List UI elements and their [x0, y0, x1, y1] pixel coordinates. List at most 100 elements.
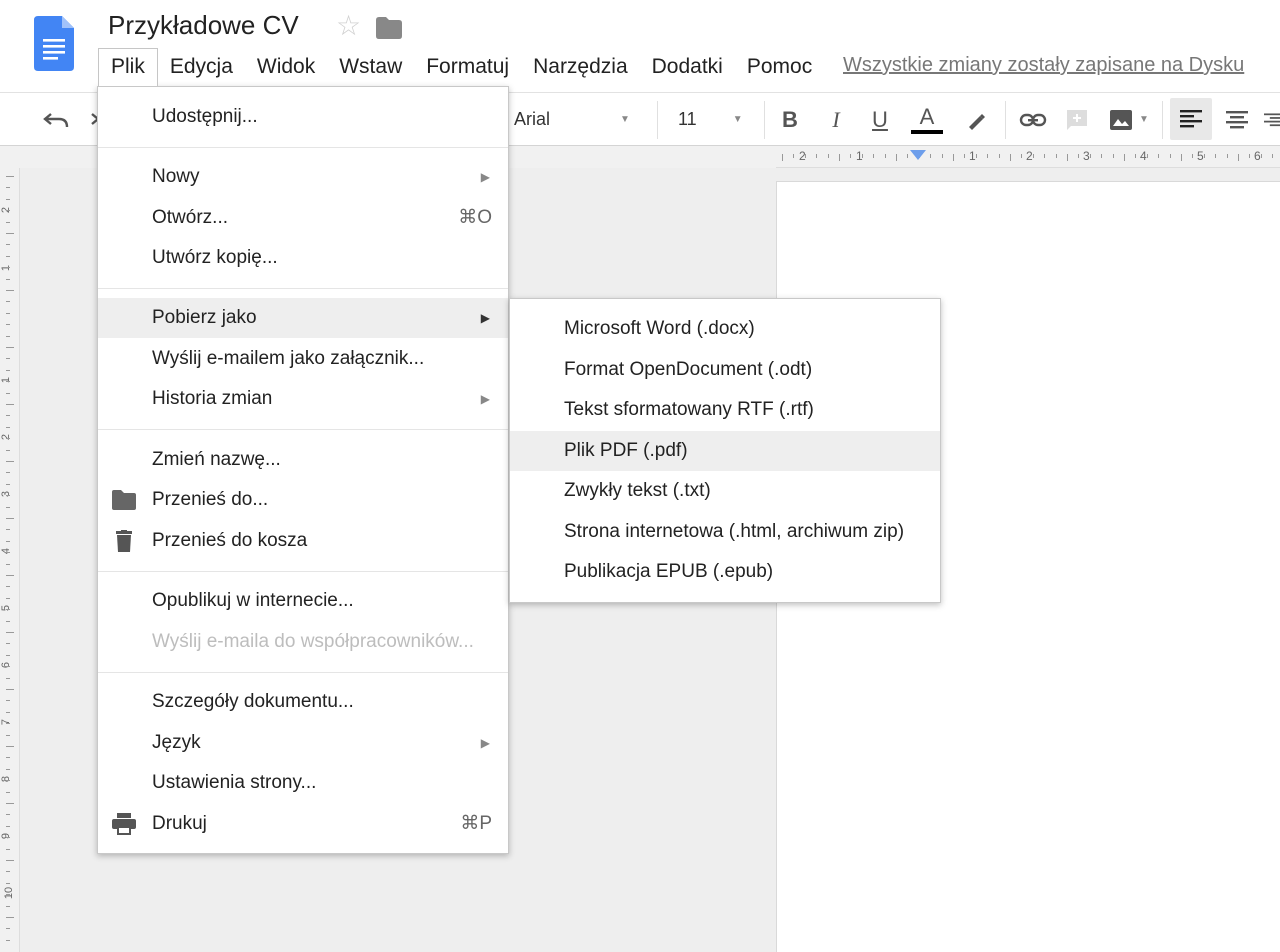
menu-edycja[interactable]: Edycja [158, 49, 245, 85]
menu-item-label: Język [152, 732, 201, 753]
menu-narzedzia[interactable]: Narzędzia [521, 49, 640, 85]
ruler-tick [907, 154, 909, 158]
vruler-tick [6, 472, 10, 474]
menu-formatuj[interactable]: Formatuj [414, 49, 521, 85]
menu-item-email-attachment[interactable]: Wyślij e-mailem jako załącznik... [98, 339, 508, 379]
menu-item-label: Przenieś do kosza [152, 530, 308, 551]
highlight-icon[interactable] [962, 93, 990, 146]
download-html-item[interactable]: Strona internetowa (.html, archiwum zip) [510, 512, 940, 552]
font-family-select[interactable]: Arial ▼ [506, 93, 646, 146]
menu-item-open[interactable]: Otwórz... ⌘O [98, 198, 508, 238]
vruler-tick [6, 643, 10, 645]
ruler-label: 1 [969, 149, 976, 163]
menu-plik[interactable]: Plik [98, 48, 158, 86]
ruler-tick [1078, 154, 1080, 158]
submenu-arrow-icon: ▶ [480, 392, 490, 406]
vruler-tick [6, 666, 10, 668]
download-txt-item[interactable]: Zwykły tekst (.txt) [510, 471, 940, 511]
menu-item-move-to-trash[interactable]: Przenieś do kosza [98, 521, 508, 561]
document-title[interactable]: Przykładowe CV [108, 10, 299, 41]
google-docs-icon[interactable] [34, 16, 74, 71]
menu-pomoc[interactable]: Pomoc [735, 49, 824, 85]
menu-item-label: Wyślij e-maila do współpracowników... [152, 631, 474, 652]
download-rtf-item[interactable]: Tekst sformatowany RTF (.rtf) [510, 390, 940, 430]
menu-item-label: Przenieś do... [152, 489, 269, 510]
save-status-link[interactable]: Wszystkie zmiany zostały zapisane na Dys… [843, 54, 1244, 77]
download-epub-item[interactable]: Publikacja EPUB (.epub) [510, 552, 940, 592]
menu-item-print[interactable]: Drukuj ⌘P [98, 804, 508, 844]
text-color-letter: A [919, 103, 935, 129]
menu-dodatki[interactable]: Dodatki [640, 49, 735, 85]
vruler-tick [6, 825, 10, 827]
ruler-tick [1135, 154, 1137, 158]
star-icon[interactable]: ☆ [336, 12, 361, 40]
vruler-tick [6, 244, 10, 246]
menu-item-page-setup[interactable]: Ustawienia strony... [98, 763, 508, 803]
vruler-tick [6, 347, 14, 348]
ruler-track: 2 1 1 2 3 4 5 6 [776, 146, 1280, 168]
vruler-tick [6, 449, 10, 451]
menu-item-label: Utwórz kopię... [152, 247, 278, 268]
ruler-label: 5 [1197, 149, 1204, 163]
download-pdf-item[interactable]: Plik PDF (.pdf) [510, 431, 940, 471]
vruler-tick [6, 803, 14, 804]
ruler-tick [1021, 154, 1023, 158]
menu-item-language[interactable]: Język ▶ [98, 723, 508, 763]
menu-item-new[interactable]: Nowy ▶ [98, 157, 508, 197]
ruler-tick [998, 154, 1000, 158]
ruler-label: 4 [1140, 149, 1147, 163]
menu-widok[interactable]: Widok [245, 49, 327, 85]
menu-separator [98, 429, 508, 430]
menu-item-version-history[interactable]: Historia zmian ▶ [98, 379, 508, 419]
ruler-tick [987, 154, 989, 158]
menu-item-share[interactable]: Udostępnij... [98, 97, 508, 137]
font-size-select[interactable]: 11 ▼ [670, 93, 758, 146]
menu-item-label: Drukuj [152, 813, 207, 834]
vruler-tick [6, 312, 10, 314]
menu-item-label: Historia zmian [152, 388, 273, 409]
menu-item-move-to[interactable]: Przenieś do... [98, 480, 508, 520]
add-comment-icon[interactable] [1064, 93, 1090, 146]
vruler-tick [6, 255, 10, 257]
ruler-tick [1101, 154, 1103, 158]
menu-item-make-copy[interactable]: Utwórz kopię... [98, 238, 508, 278]
undo-icon[interactable] [38, 93, 74, 146]
align-center-icon[interactable] [1222, 93, 1252, 146]
vruler-tick [6, 415, 10, 417]
menu-wstaw[interactable]: Wstaw [327, 49, 414, 85]
menu-item-label: Opublikuj w internecie... [152, 590, 354, 611]
link-icon[interactable] [1016, 93, 1050, 146]
vruler-tick [6, 768, 10, 770]
underline-button[interactable]: U [866, 93, 894, 146]
download-odt-item[interactable]: Format OpenDocument (.odt) [510, 350, 940, 390]
ruler-tick [941, 154, 943, 158]
folder-icon[interactable] [376, 17, 402, 39]
ruler-tick [1203, 154, 1205, 158]
chevron-down-icon: ▼ [1139, 114, 1149, 125]
menu-item-document-details[interactable]: Szczegóły dokumentu... [98, 682, 508, 722]
italic-button[interactable]: I [822, 93, 850, 146]
menu-separator [98, 147, 508, 148]
vruler-tick [6, 620, 10, 622]
indent-marker[interactable] [910, 150, 926, 160]
menu-item-rename[interactable]: Zmień nazwę... [98, 440, 508, 480]
vruler-tick [6, 905, 10, 907]
ruler-tick [930, 154, 932, 158]
text-color-button[interactable]: A [910, 93, 944, 146]
ruler-tick [1272, 154, 1274, 158]
bold-button[interactable]: B [776, 93, 804, 146]
ruler-tick [884, 154, 886, 158]
align-right-icon[interactable] [1264, 93, 1280, 146]
vruler-tick [6, 267, 10, 269]
vruler-tick [6, 711, 10, 713]
toolbar-divider [764, 101, 765, 139]
menu-item-publish[interactable]: Opublikuj w internecie... [98, 581, 508, 621]
menu-item-download-as[interactable]: Pobierz jako ▶ [98, 298, 508, 338]
align-left-icon[interactable] [1170, 98, 1212, 140]
ruler-tick [1238, 154, 1239, 161]
vruler-tick [6, 928, 10, 930]
vruler-tick [6, 233, 14, 234]
submenu-item-label: Microsoft Word (.docx) [564, 318, 755, 339]
download-docx-item[interactable]: Microsoft Word (.docx) [510, 309, 940, 349]
insert-image-icon[interactable]: ▼ [1104, 93, 1154, 146]
